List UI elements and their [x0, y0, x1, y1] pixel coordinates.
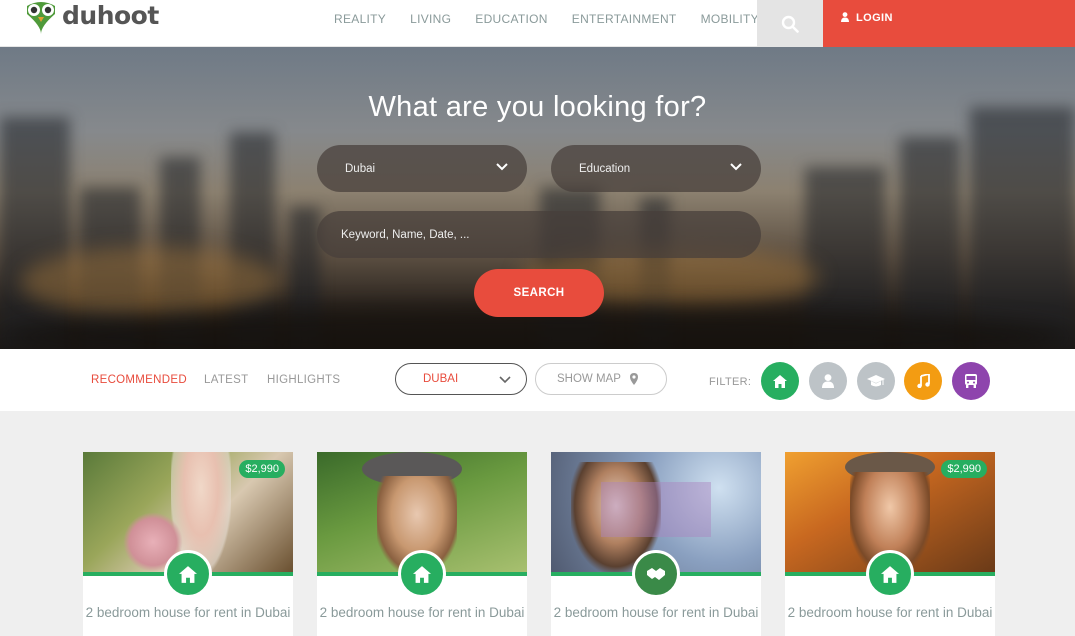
filter-mobility-button[interactable]: [952, 362, 990, 400]
card-title[interactable]: 2 bedroom house for rent in Dubai: [83, 605, 293, 621]
nav-entertainment[interactable]: ENTERTAINMENT: [572, 12, 677, 26]
card-title[interactable]: 2 bedroom house for rent in Dubai: [317, 605, 527, 621]
tab-highlights[interactable]: HIGHLIGHTS: [267, 374, 340, 386]
filter-bar: RECOMMENDED LATEST HIGHLIGHTS DUBAI SHOW…: [0, 349, 1075, 411]
filter-education-button[interactable]: [857, 362, 895, 400]
listing-card[interactable]: 2 bedroom house for rent in Dubai: [551, 452, 761, 636]
filter-person-button[interactable]: [809, 362, 847, 400]
handshake-icon: [647, 568, 665, 580]
price-badge: $2,990: [941, 460, 987, 478]
price-badge: $2,990: [239, 460, 285, 478]
chevron-down-icon: [496, 163, 508, 171]
search-icon: [781, 15, 799, 33]
category-select-value: Education: [579, 162, 631, 175]
skyline-building: [0, 117, 70, 349]
search-button[interactable]: SEARCH: [474, 269, 604, 317]
show-map-button[interactable]: SHOW MAP: [535, 363, 667, 395]
filter-music-button[interactable]: [904, 362, 942, 400]
listing-card[interactable]: 2 bedroom house for rent in Dubai: [317, 452, 527, 636]
hero-search-section: What are you looking for? Dubai Educatio…: [0, 47, 1075, 349]
logo-text: duhoot: [62, 1, 159, 30]
location-select-value: Dubai: [345, 162, 376, 175]
nav-mobility[interactable]: MOBILITY: [701, 12, 759, 26]
card-category-badge: [632, 550, 680, 598]
tab-latest[interactable]: LATEST: [204, 374, 248, 386]
home-icon: [773, 374, 787, 388]
card-category-badge: [164, 550, 212, 598]
filter-label: FILTER:: [709, 376, 752, 388]
category-select[interactable]: Education: [551, 145, 761, 192]
card-title[interactable]: 2 bedroom house for rent in Dubai: [551, 605, 761, 621]
city-dropdown-value: DUBAI: [423, 373, 459, 385]
hero-title: What are you looking for?: [368, 91, 707, 123]
keyword-input-placeholder: Keyword, Name, Date, ...: [341, 228, 470, 241]
music-icon: [916, 374, 930, 388]
person-icon: [822, 374, 834, 388]
keyword-input[interactable]: Keyword, Name, Date, ...: [317, 211, 761, 258]
map-pin-icon: [629, 373, 638, 385]
login-button[interactable]: LOGIN: [823, 0, 1075, 47]
filter-home-button[interactable]: [761, 362, 799, 400]
logo[interactable]: duhoot: [22, 0, 159, 47]
nav-reality[interactable]: REALITY: [334, 12, 386, 26]
city-light-glow: [20, 247, 280, 317]
card-category-badge: [398, 550, 446, 598]
graduation-cap-icon: [867, 374, 885, 386]
nav-living[interactable]: LIVING: [410, 12, 451, 26]
header-search-button[interactable]: [757, 0, 823, 47]
main-nav: REALITY LIVING EDUCATION ENTERTAINMENT M…: [334, 0, 783, 38]
bus-icon: [965, 374, 977, 388]
top-navbar: duhoot REALITY LIVING EDUCATION ENTERTAI…: [0, 0, 1075, 47]
login-label: LOGIN: [856, 12, 893, 24]
photo-overlay: [601, 482, 711, 537]
skyline-building: [970, 107, 1075, 349]
user-icon: [841, 12, 849, 22]
listing-card[interactable]: $2,990 2 bedroom house for rent in Dubai: [83, 452, 293, 636]
owl-logo-icon: [22, 0, 60, 38]
tab-recommended[interactable]: RECOMMENDED: [91, 374, 187, 386]
home-icon: [413, 565, 431, 583]
nav-education[interactable]: EDUCATION: [475, 12, 547, 26]
listing-card[interactable]: $2,990 2 bedroom house for rent in Dubai: [785, 452, 995, 636]
chevron-down-icon: [730, 163, 742, 171]
show-map-label: SHOW MAP: [557, 373, 621, 385]
chevron-down-icon: [499, 376, 511, 384]
home-icon: [179, 565, 197, 583]
home-icon: [881, 565, 899, 583]
card-category-badge: [866, 550, 914, 598]
location-select[interactable]: Dubai: [317, 145, 527, 192]
city-dropdown[interactable]: DUBAI: [395, 363, 527, 395]
card-title[interactable]: 2 bedroom house for rent in Dubai: [785, 605, 995, 621]
